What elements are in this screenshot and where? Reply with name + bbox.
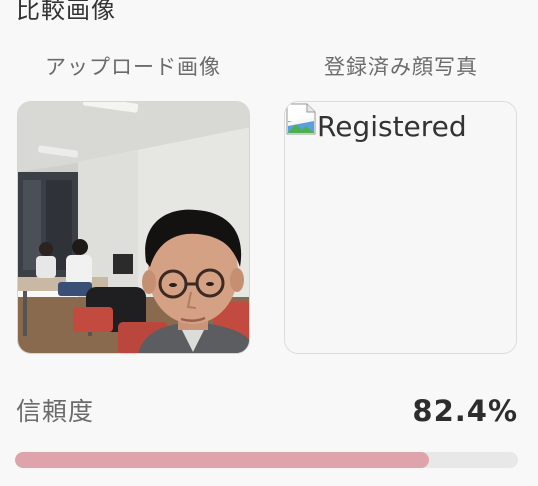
confidence-value: 82.4% bbox=[412, 394, 518, 428]
uploaded-photo-image bbox=[18, 102, 249, 353]
confidence-progress-fill bbox=[15, 452, 430, 468]
registered-image-label: 登録済み顔写真 bbox=[324, 55, 478, 79]
registered-photo-alt-text: Registered bbox=[317, 110, 467, 143]
registered-photo: Registered bbox=[284, 101, 517, 354]
section-title: 比較画像 bbox=[16, 0, 116, 24]
upload-image-label: アップロード画像 bbox=[45, 55, 221, 79]
uploaded-photo bbox=[17, 101, 250, 354]
confidence-label: 信頼度 bbox=[16, 397, 95, 426]
confidence-progress-bar bbox=[15, 452, 518, 468]
registered-photo-broken: Registered bbox=[286, 103, 467, 143]
broken-image-icon bbox=[286, 103, 316, 135]
